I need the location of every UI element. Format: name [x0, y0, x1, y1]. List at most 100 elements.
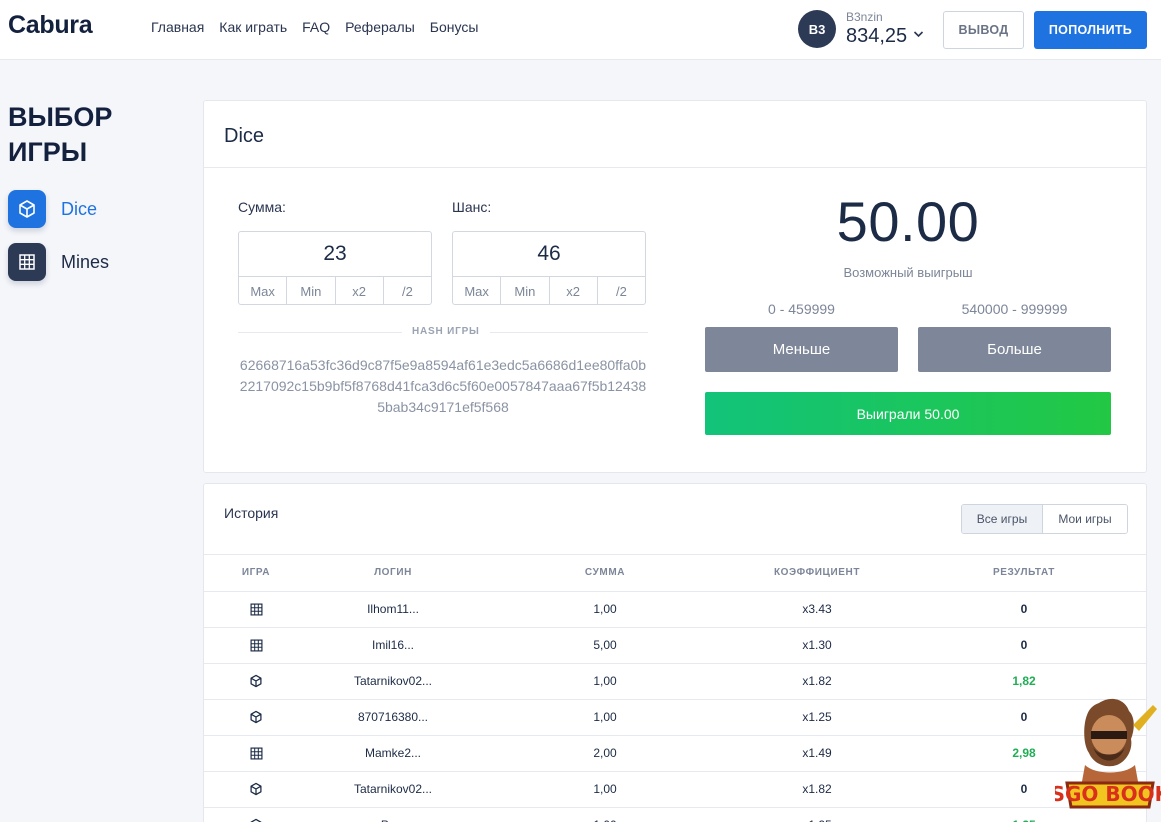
main-nav: Главная Как играть FAQ Рефералы Бонусы	[151, 19, 478, 35]
table-row: Tatarnikov02... 1,00 x1.82 1,82	[204, 663, 1146, 700]
table-row: Mamke2... 2,00 x1.49 2,98	[204, 735, 1146, 772]
history-tabs: Все игры Мои игры	[961, 504, 1128, 534]
grid-icon	[204, 591, 308, 628]
coefficient-cell: x3.43	[732, 591, 902, 628]
possible-win-label: Возможный выигрыш	[843, 265, 973, 280]
less-button[interactable]: Меньше	[705, 327, 898, 372]
nav-link-faq[interactable]: FAQ	[302, 19, 330, 35]
chance-label: Шанс:	[452, 199, 492, 215]
table-row: Ilhom11... 1,00 x3.43 0	[204, 591, 1146, 628]
column-header-game: ИГРА	[204, 555, 308, 592]
nav-link-bonuses[interactable]: Бонусы	[430, 19, 479, 35]
sum-field: 23 Max Min x2 /2	[238, 231, 432, 305]
chance-double-button[interactable]: x2	[550, 277, 598, 305]
sum-cell: 5,00	[478, 627, 732, 664]
balance-value: 834,25	[846, 24, 908, 47]
history-table: ИГРА ЛОГИН СУММА КОЭФФИЦИЕНТ РЕЗУЛЬТАТ I…	[204, 555, 1146, 822]
sum-min-button[interactable]: Min	[287, 277, 336, 305]
cube-icon	[8, 190, 46, 228]
history-card: История Все игры Мои игры ИГРА ЛОГИН СУМ…	[203, 483, 1147, 822]
chance-max-button[interactable]: Max	[453, 277, 502, 305]
sidebar-item-mines[interactable]: Mines	[8, 243, 109, 281]
withdraw-button[interactable]: ВЫВОД	[943, 11, 1024, 49]
column-header-sum: СУММА	[478, 555, 732, 592]
username: B3nzin	[846, 9, 883, 24]
sum-cell: 1,00	[478, 771, 732, 808]
chance-modifiers: Max Min x2 /2	[453, 277, 645, 305]
sum-double-button[interactable]: x2	[336, 277, 384, 305]
top-header: Cabura Главная Как играть FAQ Рефералы Б…	[0, 0, 1161, 60]
range-high: 540000 - 999999	[961, 301, 1068, 317]
mascot-logo-icon[interactable]: CSGO BOOKS	[1036, 695, 1161, 822]
coefficient-cell: x1.25	[732, 699, 902, 736]
divider	[204, 167, 1146, 168]
more-button[interactable]: Больше	[918, 327, 1111, 372]
nav-link-referrals[interactable]: Рефералы	[345, 19, 415, 35]
login-cell[interactable]: Tatarnikov02...	[308, 771, 478, 808]
chance-input[interactable]: 46	[453, 232, 645, 277]
dice-game-card: Dice Сумма: 23 Max Min x2 /2 Шанс: 46 Ma…	[203, 100, 1147, 473]
coefficient-cell: x1.82	[732, 663, 902, 700]
sum-modifiers: Max Min x2 /2	[239, 277, 431, 305]
sum-half-button[interactable]: /2	[384, 277, 431, 305]
nav-link-home[interactable]: Главная	[151, 19, 204, 35]
sum-cell: 1,00	[478, 663, 732, 700]
chevron-down-icon[interactable]	[913, 25, 924, 43]
hash-value: 62668716a53fc36d9c87f5e9a8594af61e3edc5a…	[239, 357, 647, 415]
cube-icon	[204, 807, 308, 822]
login-cell[interactable]: 870716380...	[308, 699, 478, 736]
cube-icon	[204, 771, 308, 808]
roll-result: 50.00	[836, 190, 980, 253]
column-header-result: РЕЗУЛЬТАТ	[902, 555, 1146, 592]
result-cell: 0	[902, 591, 1146, 628]
site-logo[interactable]: Cabura	[8, 11, 93, 40]
sidebar-item-dice[interactable]: Dice	[8, 190, 97, 228]
avatar: B3	[798, 10, 836, 48]
login-cell[interactable]: Imil16...	[308, 627, 478, 664]
deposit-button[interactable]: ПОПОЛНИТЬ	[1034, 11, 1147, 49]
tab-all-games[interactable]: Все игры	[962, 505, 1043, 533]
grid-icon	[204, 627, 308, 664]
cube-icon	[204, 699, 308, 736]
login-cell[interactable]: Mamke2...	[308, 735, 478, 772]
grid-icon	[8, 243, 46, 281]
chance-half-button[interactable]: /2	[598, 277, 645, 305]
sum-cell: 2,00	[478, 735, 732, 772]
sum-cell: 1,00	[478, 807, 732, 822]
win-result-banner[interactable]: Выиграли 50.00	[705, 392, 1111, 435]
game-title: Dice	[224, 125, 265, 147]
sidebar-item-label: Dice	[61, 198, 98, 219]
sum-max-button[interactable]: Max	[239, 277, 288, 305]
login-cell[interactable]: Ilhom11...	[308, 591, 478, 628]
table-row: Tatarnikov02... 1,00 x1.82 0	[204, 771, 1146, 808]
result-cell: 1,82	[902, 663, 1146, 700]
sidebar-title: ВЫБОР ИГРЫ	[8, 102, 113, 167]
sum-cell: 1,00	[478, 699, 732, 736]
chance-min-button[interactable]: Min	[501, 277, 550, 305]
coefficient-cell: x1.30	[732, 627, 902, 664]
balance-row: 834,25	[846, 24, 924, 48]
column-header-login: ЛОГИН	[308, 555, 478, 592]
coefficient-cell: x1.82	[732, 771, 902, 808]
sum-label: Сумма:	[238, 199, 286, 215]
table-row: Ра...1,00x1.251,25	[204, 807, 1146, 822]
user-menu[interactable]: B3 B3nzin 834,25	[798, 10, 924, 48]
user-info: B3nzin 834,25	[846, 9, 924, 48]
grid-icon	[204, 735, 308, 772]
sum-input[interactable]: 23	[239, 232, 431, 277]
table-header-row: ИГРА ЛОГИН СУММА КОЭФФИЦИЕНТ РЕЗУЛЬТАТ	[204, 555, 1146, 592]
tab-my-games[interactable]: Мои игры	[1043, 505, 1127, 533]
mascot-text: CSGO BOOKS	[1055, 782, 1161, 806]
table-row: Imil16... 5,00 x1.30 0	[204, 627, 1146, 664]
login-cell[interactable]: Ра...	[308, 807, 478, 822]
range-low: 0 - 459999	[768, 301, 835, 317]
coefficient-cell: x1.25	[732, 807, 902, 822]
result-cell: 0	[902, 627, 1146, 664]
coefficient-cell: x1.49	[732, 735, 902, 772]
chance-field: 46 Max Min x2 /2	[452, 231, 646, 305]
table-row: 870716380... 1,00 x1.25 0	[204, 699, 1146, 736]
sum-cell: 1,00	[478, 591, 732, 628]
nav-link-how-to-play[interactable]: Как играть	[219, 19, 287, 35]
login-cell[interactable]: Tatarnikov02...	[308, 663, 478, 700]
hash-label: HASH ИГРЫ	[402, 326, 490, 337]
